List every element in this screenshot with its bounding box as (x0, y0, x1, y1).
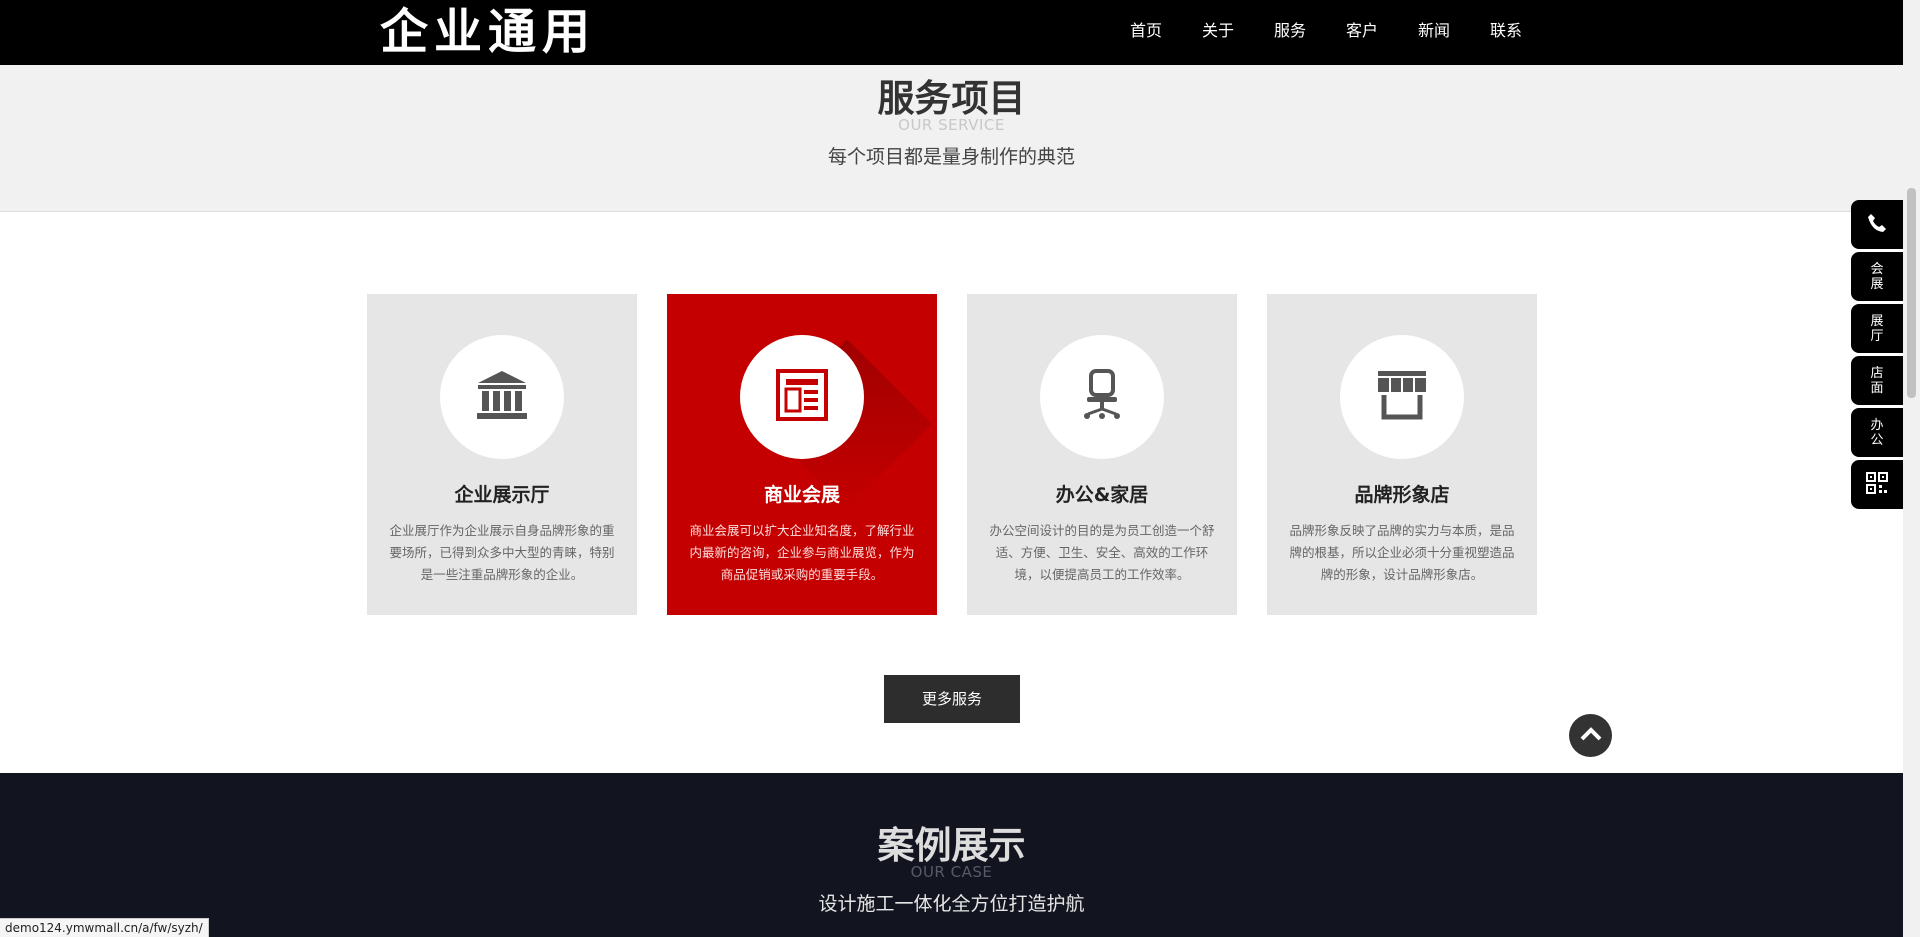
bank-building-icon (474, 367, 530, 427)
service-header-band: 服务项目 OUR SERVICE 每个项目都是量身制作的典范 (0, 65, 1903, 212)
chevron-up-icon (1579, 726, 1603, 746)
card-title: 品牌形象店 (1354, 484, 1450, 506)
icon-circle (440, 335, 564, 459)
card-text: 品牌形象反映了品牌的实力与本质，是品牌的根基，所以企业必须十分重视塑造品牌的形象… (1289, 523, 1515, 582)
main-nav: 首页 关于 服务 客户 新闻 联系 (1110, 0, 1542, 65)
card-title: 商业会展 (763, 484, 840, 506)
icon-circle (740, 335, 864, 459)
office-chair-icon (1074, 367, 1130, 427)
sidebar-item-exhibition[interactable]: 会展 (1851, 252, 1903, 301)
back-to-top-button[interactable] (1569, 714, 1612, 757)
service-subtitle: OUR SERVICE (898, 116, 1005, 134)
nav-item-about[interactable]: 关于 (1182, 0, 1254, 65)
case-section: 案例展示 OUR CASE 设计施工一体化全方位打造护航 (0, 773, 1903, 937)
sidebar-item-office[interactable]: 办公 (1851, 408, 1903, 457)
case-description: 设计施工一体化全方位打造护航 (818, 893, 1085, 915)
case-title: 案例展示 (877, 824, 1026, 867)
card-text: 办公空间设计的目的是为员工创造一个舒适、方便、卫生、安全、高效的工作环境，以便提… (989, 523, 1215, 582)
nav-item-client[interactable]: 客户 (1326, 0, 1398, 65)
site-logo[interactable]: 企业通用 (380, 6, 596, 58)
icon-circle (1040, 335, 1164, 459)
service-title: 服务项目 (877, 77, 1026, 120)
card-text: 商业会展可以扩大企业知名度，了解行业内最新的咨询，企业参与商业展览，作为商品促销… (689, 523, 915, 582)
card-text: 企业展厅作为企业展示自身品牌形象的重要场所，已得到众多中大型的青睐，特别是一些注… (389, 523, 615, 582)
newspaper-layout-icon (774, 367, 830, 427)
sidebar-item-store[interactable]: 店面 (1851, 356, 1903, 405)
service-card[interactable]: 办公&家居 办公空间设计的目的是为员工创造一个舒适、方便、卫生、安全、高效的工作… (967, 294, 1237, 615)
phone-button[interactable] (1851, 200, 1903, 249)
nav-item-home[interactable]: 首页 (1110, 0, 1182, 65)
scrollbar-thumb[interactable] (1907, 188, 1916, 398)
service-card-active[interactable]: 商业会展 商业会展可以扩大企业知名度，了解行业内最新的咨询，企业参与商业展览，作… (667, 294, 937, 615)
icon-circle (1340, 335, 1464, 459)
nav-item-contact[interactable]: 联系 (1470, 0, 1542, 65)
status-bar-url: demo124.ymwmall.cn/a/fw/syzh/ (0, 918, 209, 937)
more-services-button[interactable]: 更多服务 (884, 675, 1020, 723)
qrcode-button[interactable] (1851, 460, 1903, 509)
top-header: 企业通用 首页 关于 服务 客户 新闻 联系 (0, 0, 1903, 65)
nav-item-service[interactable]: 服务 (1254, 0, 1326, 65)
case-subtitle: OUR CASE (910, 863, 993, 881)
service-cards: 企业展示厅 企业展厅作为企业展示自身品牌形象的重要场所，已得到众多中大型的青睐，… (367, 294, 1537, 615)
card-title: 办公&家居 (1055, 484, 1149, 506)
storefront-icon (1374, 367, 1430, 427)
phone-icon (1866, 212, 1888, 238)
sidebar-item-showroom[interactable]: 展厅 (1851, 304, 1903, 353)
nav-item-news[interactable]: 新闻 (1398, 0, 1470, 65)
service-card[interactable]: 企业展示厅 企业展厅作为企业展示自身品牌形象的重要场所，已得到众多中大型的青睐，… (367, 294, 637, 615)
qrcode-icon (1866, 471, 1888, 498)
card-title: 企业展示厅 (454, 484, 550, 506)
page-scrollbar[interactable] (1903, 0, 1920, 937)
service-card[interactable]: 品牌形象店 品牌形象反映了品牌的实力与本质，是品牌的根基，所以企业必须十分重视塑… (1267, 294, 1537, 615)
service-description: 每个项目都是量身制作的典范 (827, 146, 1075, 168)
floating-sidebar: 会展 展厅 店面 办公 (1851, 200, 1903, 512)
